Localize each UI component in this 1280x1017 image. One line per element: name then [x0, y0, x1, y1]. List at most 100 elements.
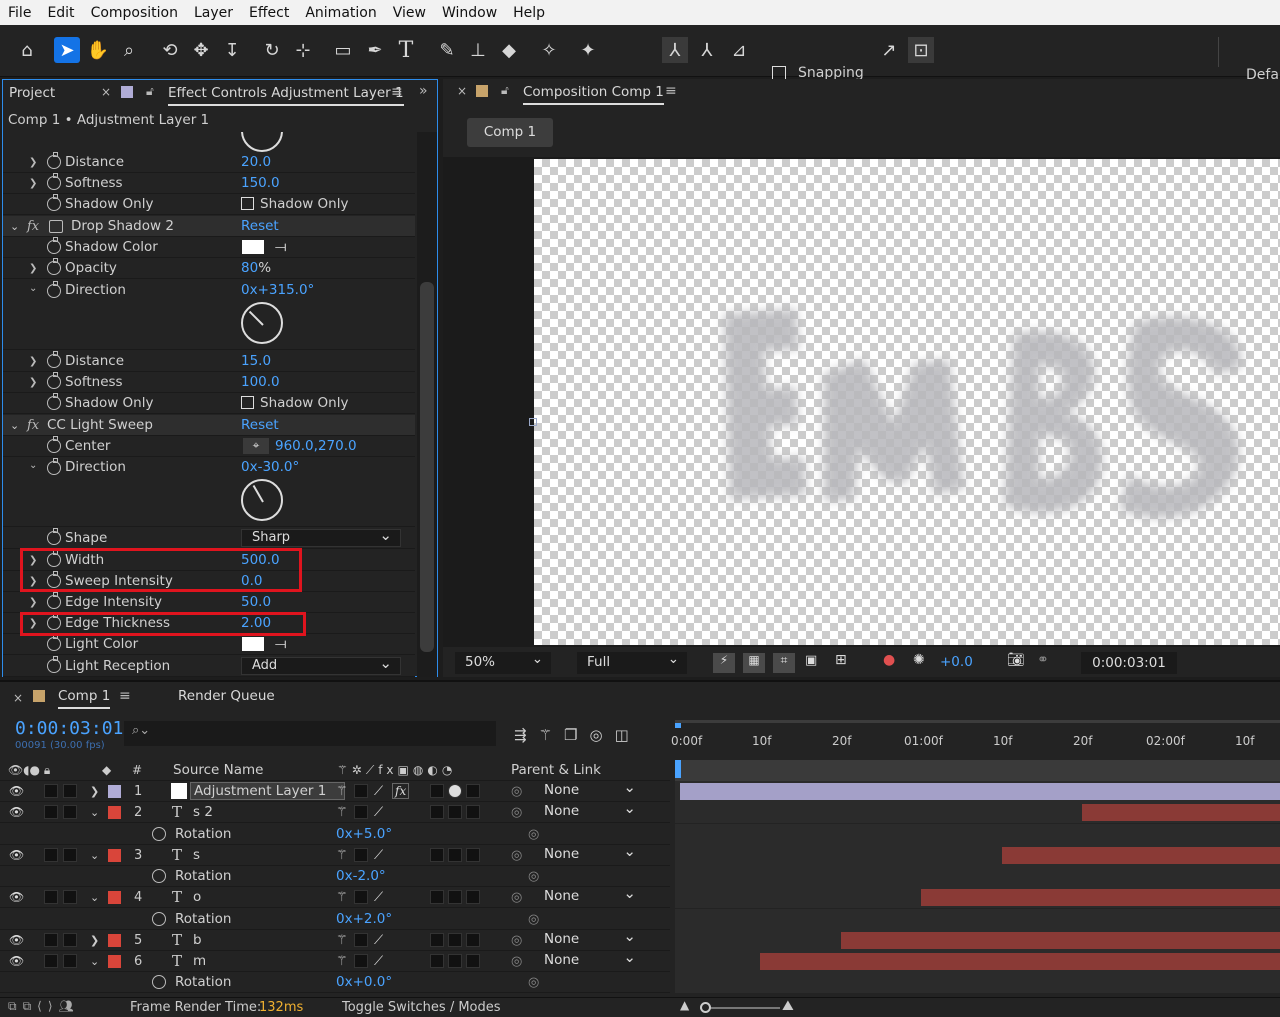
stopwatch-icon[interactable] — [152, 912, 166, 926]
solo-switch[interactable] — [44, 848, 58, 862]
solo-switch[interactable] — [44, 954, 58, 968]
collapse-caret-icon[interactable]: ⌄ — [29, 460, 39, 471]
shy-switch-icon[interactable]: ⚚ — [336, 933, 348, 948]
shy-switch-icon[interactable]: ⚚ — [336, 954, 348, 969]
prop-value[interactable]: 960.0,270.0 — [275, 438, 357, 454]
motion-blur-switch[interactable] — [430, 890, 444, 904]
label-color-swatch[interactable] — [108, 890, 121, 904]
menu-effect[interactable]: Effect — [241, 5, 297, 21]
reset-link[interactable]: Reset — [241, 218, 279, 234]
grid-guides-icon[interactable]: ⊞ — [835, 652, 847, 668]
prop-value[interactable]: 0x+315.0° — [241, 282, 314, 298]
color-management-icon[interactable]: ✺ — [913, 652, 925, 668]
exposure-value[interactable]: +0.0 — [940, 654, 973, 670]
menu-help[interactable]: Help — [505, 5, 553, 21]
motion-blur-switch[interactable] — [430, 933, 444, 947]
layer-name[interactable]: b — [193, 932, 202, 948]
property-track[interactable] — [675, 866, 1280, 887]
resolution-dropdown[interactable]: Full ⌄ — [577, 651, 687, 674]
eraser-tool-icon[interactable]: ◆ — [496, 37, 522, 63]
tab-project[interactable]: Project — [9, 85, 55, 101]
zoom-slider-handle[interactable] — [700, 1002, 711, 1013]
stopwatch-icon[interactable] — [47, 592, 61, 609]
pick-whip-icon[interactable]: ◎ — [511, 805, 522, 820]
lock-switch[interactable] — [63, 784, 77, 798]
pick-whip-icon[interactable]: ◎ — [511, 784, 522, 799]
direction-dial[interactable] — [241, 302, 283, 344]
fx-icon[interactable]: fx — [27, 219, 39, 234]
toggle-switches-modes[interactable]: Toggle Switches / Modes — [342, 1000, 501, 1015]
property-value[interactable]: 0x+5.0° — [336, 826, 392, 842]
hand-tool-icon[interactable]: ✋ — [85, 37, 111, 63]
menu-composition[interactable]: Composition — [83, 5, 186, 21]
quality-switch-icon[interactable]: ⟋ — [374, 848, 383, 863]
dolly-camera-icon[interactable]: ↧ — [219, 37, 245, 63]
tab-render-queue[interactable]: Render Queue — [178, 688, 275, 704]
3d-layer-switch[interactable] — [466, 933, 480, 947]
label-header-icon[interactable]: ◆ — [102, 763, 111, 777]
layer-property-row[interactable]: Rotation 0x+0.0° ◎ — [0, 972, 670, 993]
layer-row[interactable]: 👁︎ ❯ 1 Adjustment Layer 1 ⚚ ⟋ fx ◎ None — [0, 778, 670, 802]
stopwatch-icon[interactable] — [47, 258, 61, 275]
3d-layer-switch[interactable] — [466, 848, 480, 862]
3d-layer-switch[interactable] — [466, 954, 480, 968]
layer-duration-bar[interactable] — [680, 783, 1280, 800]
quality-switch-icon[interactable]: ⟋ — [374, 805, 383, 820]
menu-animation[interactable]: Animation — [297, 5, 384, 21]
timeline-zoom-slider[interactable] — [700, 1002, 780, 1013]
collapse-caret-icon[interactable]: ⌄ — [10, 220, 19, 233]
quality-switch-icon[interactable]: ⟋ — [374, 784, 383, 799]
layer-track[interactable] — [675, 781, 1280, 802]
stopwatch-icon[interactable] — [47, 372, 61, 389]
expand-caret-icon[interactable]: ❯ — [29, 178, 39, 189]
time-ruler[interactable]: 0:00f 10f 20f 01:00f 10f 20f 02:00f 10f — [671, 720, 1280, 756]
motion-blur-switch[interactable] — [430, 805, 444, 819]
label-color-swatch[interactable] — [108, 954, 121, 968]
current-time-indicator[interactable] — [675, 760, 681, 778]
collapse-caret-icon[interactable]: ⌄ — [90, 849, 99, 862]
quality-switch-icon[interactable]: ⟋ — [374, 890, 383, 905]
pick-whip-icon[interactable]: ◎ — [511, 954, 522, 969]
fx-switch-icon[interactable]: fx — [392, 783, 410, 799]
stopwatch-icon[interactable] — [152, 975, 166, 989]
adjustment-layer-switch[interactable] — [448, 933, 462, 947]
collapse-caret-icon[interactable]: ⌄ — [90, 955, 99, 968]
roto-brush-icon[interactable]: ✧ — [536, 37, 562, 63]
transparency-grid-icon[interactable]: ▦ — [743, 653, 765, 673]
menu-file[interactable]: File — [0, 5, 39, 21]
scrollbar-thumb[interactable] — [420, 282, 434, 652]
layer-row[interactable]: 👁︎ ⌄ 6 Tm ⚚ ⟋ ◎ None — [0, 948, 670, 972]
layer-row[interactable]: 👁︎ ⌄ 3 Ts ⚚ ⟋ ◎ None — [0, 842, 670, 866]
local-axis-icon[interactable]: ⅄ — [662, 37, 688, 63]
layer-name[interactable]: m — [193, 953, 206, 969]
effect-drop-shadow-2[interactable]: ⌄ fx Drop Shadow 2 Reset — [3, 216, 415, 237]
composition-flowchart-icon[interactable]: ⇶ — [514, 726, 539, 744]
property-value[interactable]: 0x-2.0° — [336, 868, 386, 884]
eye-icon[interactable]: 👁︎ — [9, 890, 24, 904]
collapse-caret-icon[interactable]: ⌄ — [10, 419, 19, 432]
footer-toggle-icons[interactable]: ⧉⧉⟨⟩👥︎ — [8, 999, 80, 1014]
eye-icon[interactable]: 👁︎ — [9, 954, 24, 968]
color-swatch[interactable] — [242, 240, 264, 254]
layer-property-row[interactable]: Rotation 0x+2.0° ◎ — [0, 909, 670, 930]
eye-icon[interactable]: 👁︎ — [9, 805, 24, 819]
prop-value[interactable]: 15.0 — [241, 353, 271, 369]
shy-switch-icon[interactable]: ⚚ — [336, 805, 348, 820]
property-value[interactable]: 0x+2.0° — [336, 911, 392, 927]
layer-track[interactable] — [675, 802, 1280, 823]
snapshot-icon[interactable]: 📷︎ — [1007, 652, 1025, 668]
layer-row[interactable]: 👁︎ ⌄ 4 To ⚚ ⟋ ◎ None — [0, 884, 670, 908]
shy-switch-icon[interactable]: ⚚ — [336, 890, 348, 905]
eye-icon[interactable]: 👁︎ — [9, 784, 24, 798]
snap-edges-icon[interactable]: ↗ — [876, 37, 902, 63]
effect-cc-light-sweep[interactable]: ⌄ fx CC Light Sweep Reset — [3, 415, 415, 436]
expand-caret-icon[interactable]: ❯ — [90, 785, 99, 798]
solo-switch[interactable] — [44, 933, 58, 947]
puppet-pin-icon[interactable]: ✦ — [575, 37, 601, 63]
collapse-caret-icon[interactable]: ⌄ — [90, 806, 99, 819]
light-reception-dropdown[interactable]: Add — [241, 654, 401, 675]
label-color-swatch[interactable] — [108, 848, 121, 862]
shape-dropdown[interactable]: Sharp — [241, 526, 401, 547]
prop-value[interactable]: 150.0 — [241, 175, 280, 191]
layer-duration-bar[interactable] — [921, 889, 1280, 906]
